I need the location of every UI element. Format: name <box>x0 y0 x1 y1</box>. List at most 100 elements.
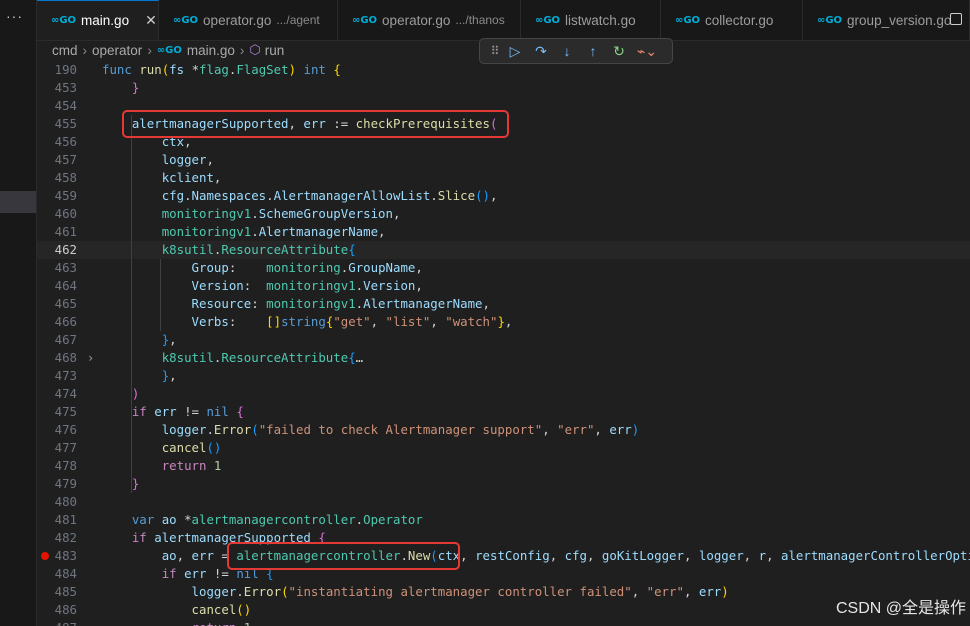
code-token: , <box>213 170 222 185</box>
code-line[interactable]: 468 › k8sutil.ResourceAttribute{… <box>37 349 970 367</box>
code-line[interactable]: 474 ) <box>37 385 970 403</box>
code-line[interactable]: 486 cancel() <box>37 601 970 619</box>
continue-icon[interactable]: ▷ <box>502 43 528 60</box>
go-file-icon: ∞GO <box>173 14 199 26</box>
code-token: . <box>266 188 274 203</box>
step-out-icon[interactable]: ↑ <box>580 43 606 59</box>
code-line[interactable]: 481 var ao *alertmanagercontroller.Opera… <box>37 511 970 529</box>
line-number: 456 <box>54 134 77 149</box>
code-line[interactable]: 483 ao, err = alertmanagercontroller.New… <box>37 547 970 565</box>
code-token: Resource <box>191 296 252 311</box>
code-token: , <box>549 548 565 563</box>
more-actions-icon[interactable]: ··· <box>6 8 23 24</box>
code-text: }, <box>102 331 177 349</box>
go-file-icon: ∞GO <box>817 14 843 26</box>
chevron-right-icon: › <box>82 42 88 58</box>
tab-operator-agent[interactable]: ∞GO operator.go .../agent <box>159 0 338 40</box>
code-token: err <box>191 548 214 563</box>
code-line[interactable]: 475 if err != nil { <box>37 403 970 421</box>
code-text: return 1 <box>102 457 222 475</box>
code-text: k8sutil.ResourceAttribute{ <box>102 241 356 259</box>
code-line[interactable]: 464 Version: monitoringv1.Version, <box>37 277 970 295</box>
breadcrumb-file[interactable]: main.go <box>187 43 235 58</box>
code-line[interactable]: 460 monitoringv1.SchemeGroupVersion, <box>37 205 970 223</box>
code-line[interactable]: 461 monitoringv1.AlertmanagerName, <box>37 223 970 241</box>
close-icon[interactable]: ✕ <box>145 12 157 29</box>
tab-description: .../thanos <box>455 13 505 27</box>
line-number: 460 <box>54 206 77 221</box>
drag-handle-icon[interactable]: ⠿ <box>488 44 502 58</box>
code-token: { <box>348 350 356 365</box>
chevron-right-icon: › <box>239 42 245 58</box>
code-line[interactable]: 484 if err != nil { <box>37 565 970 583</box>
tab-main-go[interactable]: ∞GO main.go ✕ <box>37 0 159 40</box>
code-text: logger.Error("failed to check Alertmanag… <box>102 421 640 439</box>
code-line[interactable]: 485 logger.Error("instantiating alertman… <box>37 583 970 601</box>
code-token: AlertmanagerName <box>363 296 483 311</box>
fold-chevron-icon[interactable]: › <box>87 349 94 367</box>
breadcrumb-symbol[interactable]: run <box>265 43 285 58</box>
code-token: logger <box>161 152 207 167</box>
activity-bar: ··· <box>0 0 37 626</box>
code-token: , <box>743 548 759 563</box>
code-token: cancel <box>161 440 207 455</box>
code-line[interactable]: 473 }, <box>37 367 970 385</box>
code-token: : <box>228 314 267 329</box>
code-token: , <box>169 332 177 347</box>
breadcrumb-cmd[interactable]: cmd <box>52 43 78 58</box>
code-line[interactable]: 476 logger.Error("failed to check Alertm… <box>37 421 970 439</box>
tab-collector[interactable]: ∞GO collector.go <box>661 0 803 40</box>
code-token: , <box>169 368 177 383</box>
code-line[interactable]: 467 }, <box>37 331 970 349</box>
code-token: string <box>281 314 326 329</box>
code-token: , <box>683 584 699 599</box>
code-token: err <box>698 584 722 599</box>
tab-listwatch[interactable]: ∞GO listwatch.go <box>521 0 661 40</box>
breadcrumb-operator[interactable]: operator <box>92 43 142 58</box>
code-token: [] <box>266 314 282 329</box>
code-line[interactable]: 482 if alertmanagerSupported { <box>37 529 970 547</box>
code-line[interactable]: 478 return 1 <box>37 457 970 475</box>
code-token: cfg <box>161 188 185 203</box>
tab-group-version[interactable]: ∞GO group_version.go <box>803 0 970 40</box>
step-into-icon[interactable]: ↓ <box>554 43 580 59</box>
code-token: monitoringv1 <box>161 224 252 239</box>
code-line[interactable]: 453 } <box>37 79 970 97</box>
watermark: CSDN @全是操作 <box>835 600 966 617</box>
code-token: , <box>631 584 647 599</box>
code-line[interactable]: 465 Resource: monitoringv1.AlertmanagerN… <box>37 295 970 313</box>
code-editor[interactable]: 190 func run(fs *flag.FlagSet) int {453 }… <box>37 61 970 626</box>
code-line[interactable]: 459 cfg.Namespaces.AlertmanagerAllowList… <box>37 187 970 205</box>
disconnect-icon[interactable]: ⌁⌄ <box>632 43 662 60</box>
code-text: k8sutil.ResourceAttribute{… <box>102 349 363 367</box>
line-number: 458 <box>54 170 77 185</box>
restart-icon[interactable]: ↻ <box>606 43 632 60</box>
step-over-icon[interactable]: ↷ <box>528 43 554 60</box>
code-line[interactable]: 462 k8sutil.ResourceAttribute{ <box>37 241 970 259</box>
code-line[interactable]: 477 cancel() <box>37 439 970 457</box>
line-number: 482 <box>54 530 77 545</box>
code-line[interactable]: 466 Verbs: []string{"get", "list", "watc… <box>37 313 970 331</box>
code-token: if <box>131 404 155 419</box>
code-line[interactable]: 480 <box>37 493 970 511</box>
code-line[interactable]: 487 return 1 <box>37 619 970 626</box>
code-token: cancel <box>191 602 237 617</box>
line-number: 473 <box>54 368 77 383</box>
code-line[interactable]: 479 } <box>37 475 970 493</box>
code-line[interactable]: 458 kclient, <box>37 169 970 187</box>
code-line[interactable]: 457 logger, <box>37 151 970 169</box>
code-token: , <box>430 314 446 329</box>
code-text: monitoringv1.AlertmanagerName, <box>102 223 386 241</box>
line-number: 481 <box>54 512 77 527</box>
code-line[interactable]: 190 func run(fs *flag.FlagSet) int { <box>37 61 970 79</box>
code-token: Namespaces <box>191 188 267 203</box>
line-number: 477 <box>54 440 77 455</box>
code-line[interactable]: 463 Group: monitoring.GroupName, <box>37 259 970 277</box>
code-token: Error <box>243 584 282 599</box>
split-editor-icon[interactable] <box>950 13 962 25</box>
code-token: Operator <box>363 512 423 527</box>
tab-operator-thanos[interactable]: ∞GO operator.go .../thanos <box>338 0 521 40</box>
code-text: cancel() <box>102 601 252 619</box>
